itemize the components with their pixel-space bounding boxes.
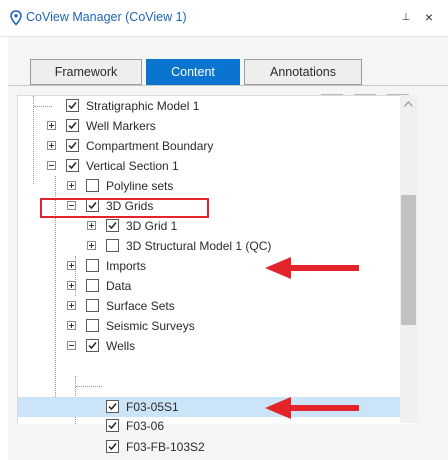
tree-row-label: 3D Grids [106,199,154,213]
collapse-icon[interactable] [47,161,56,170]
tree-row-well-markers[interactable]: Well Markers [18,116,402,136]
checkbox[interactable] [86,199,99,212]
tree-row-surface-sets[interactable]: Surface Sets [18,296,402,316]
checkbox[interactable] [86,259,99,272]
checkbox[interactable] [86,339,99,352]
tree-row-f03-06[interactable]: F03-06 [18,416,402,436]
tree-row-label: Seismic Surveys [106,319,195,333]
tree-row-3d-grid-1[interactable]: 3D Grid 1 [18,216,402,236]
expand-icon[interactable] [47,121,56,130]
tree-row-label: F03-06 [126,419,165,433]
checkbox[interactable] [106,219,119,232]
tree-row-f03-fb-103s2[interactable]: F03-FB-103S2 [18,437,402,457]
expand-icon[interactable] [67,301,76,310]
tree-row-label: Polyline sets [106,179,174,193]
checkbox[interactable] [106,440,119,453]
expand-icon[interactable] [67,261,76,270]
tree-row-label: F03-05S1 [126,400,179,414]
map-pin-icon [10,10,22,26]
tree-row-label: Vertical Section 1 [86,159,179,173]
expand-icon[interactable] [87,241,96,250]
checkbox[interactable] [106,400,119,413]
checkbox[interactable] [86,319,99,332]
tree-row-seismic-surveys[interactable]: Seismic Surveys [18,316,402,336]
tree-row-label: Data [106,279,132,293]
tree-row-label: Well Markers [86,119,156,133]
tree-row-label: Surface Sets [106,299,175,313]
tab-annotations[interactable]: Annotations [244,59,362,85]
tree-row-label: 3D Grid 1 [126,219,178,233]
expand-icon[interactable] [67,321,76,330]
tree-row-label: Wells [106,339,136,353]
tree-row-label: F03-FB-103S2 [126,440,205,454]
tree-row-polyline-sets[interactable]: Polyline sets [18,176,402,196]
tree-row-label: Compartment Boundary [86,139,214,153]
tab-divider [8,85,448,86]
scroll-thumb[interactable] [401,195,416,325]
collapse-icon[interactable] [67,201,76,210]
scroll-up-icon[interactable] [404,101,413,107]
tab-framework[interactable]: Framework [30,59,142,85]
tree-row-data[interactable]: Data [18,276,402,296]
expand-icon[interactable] [47,141,56,150]
tree-row-3d-grids[interactable]: 3D Grids [18,196,402,216]
tree-row-f03-05s1[interactable]: F03-05S1 [18,397,402,417]
tree-row-label: Stratigraphic Model 1 [86,99,200,113]
checkbox[interactable] [86,279,99,292]
checkbox[interactable] [86,299,99,312]
tree-row-label: Imports [106,259,147,273]
tab-content[interactable]: Content [146,59,240,85]
checkbox[interactable] [106,419,119,432]
tree-row-label: 3D Structural Model 1 (QC) [126,239,272,253]
tree-rows-tail: F03-06 F03-FB-103S2 [18,416,402,460]
tree-rows: Stratigraphic Model 1 Well Markers Compa… [18,96,402,424]
tree-scrollbar[interactable] [400,95,417,423]
title-bar: CoView Manager (CoView 1) ⊥ × [0,0,448,37]
expand-icon[interactable] [87,221,96,230]
tree-row-stratigraphic-model[interactable]: Stratigraphic Model 1 [18,96,402,116]
expand-icon[interactable] [67,281,76,290]
close-icon[interactable]: × [421,8,437,26]
collapse-icon[interactable] [67,341,76,350]
pin-icon[interactable]: ⊥ [398,8,414,26]
window-title: CoView Manager (CoView 1) [26,10,187,24]
tree-row-compartment-boundary[interactable]: Compartment Boundary [18,136,402,156]
tree-row-vertical-section[interactable]: Vertical Section 1 [18,156,402,176]
checkbox[interactable] [86,179,99,192]
checkbox[interactable] [66,139,79,152]
expand-icon[interactable] [67,181,76,190]
checkbox[interactable] [66,159,79,172]
checkbox[interactable] [106,239,119,252]
checkbox[interactable] [66,119,79,132]
tree-row-3d-structural-model[interactable]: 3D Structural Model 1 (QC) [18,236,402,256]
tree-row-imports[interactable]: Imports [18,256,402,276]
checkbox[interactable] [66,99,79,112]
tree-row-wells[interactable]: Wells [18,336,402,356]
